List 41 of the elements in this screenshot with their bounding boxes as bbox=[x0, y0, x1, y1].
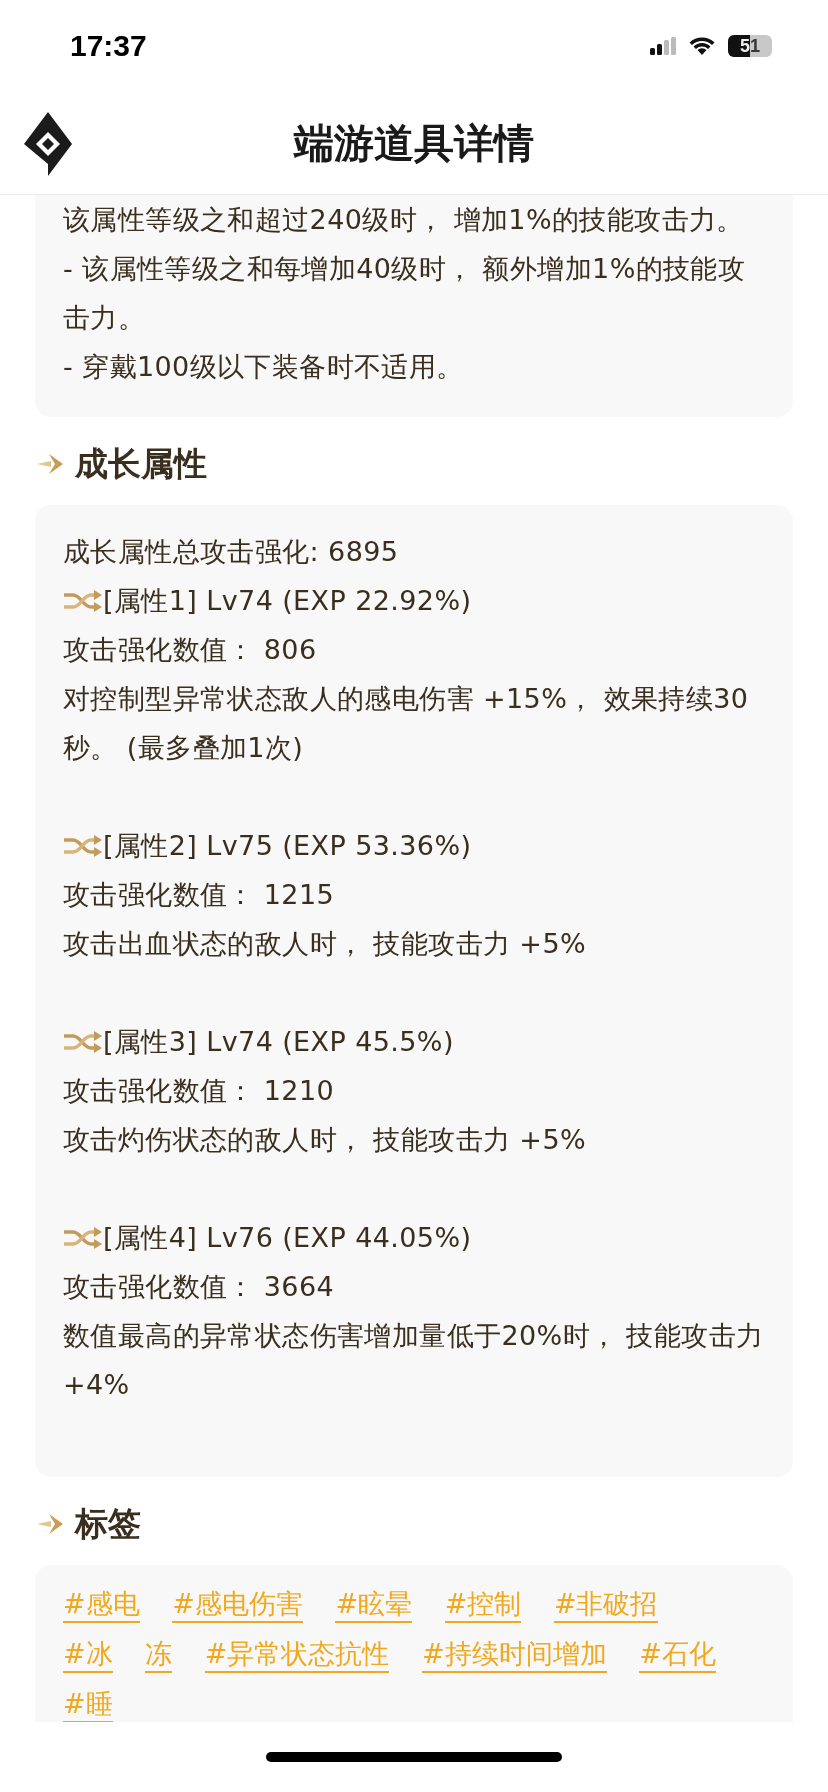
attribute-value: 攻击强化数值： 1215 bbox=[63, 878, 336, 912]
section-title: 标签 bbox=[75, 1503, 141, 1545]
attribute-effect: 数值最高的异常状态伤害增加量低于20%时， 技能攻击力 +4% bbox=[63, 1319, 765, 1402]
battery-icon: 51 bbox=[728, 35, 772, 57]
section-title: 成长属性 bbox=[75, 443, 207, 485]
tag-link[interactable]: #睡 bbox=[63, 1688, 113, 1722]
attribute-heading: [属性4] Lv76 (EXP 44.05%) bbox=[103, 1221, 472, 1255]
status-time: 17:37 bbox=[70, 29, 147, 63]
attribute-value: 攻击强化数值： 806 bbox=[63, 633, 318, 667]
arrow-icon bbox=[37, 452, 65, 476]
wifi-icon bbox=[688, 36, 716, 56]
tag-link[interactable]: #眩晕 bbox=[335, 1588, 413, 1623]
tag-link[interactable]: #持续时间增加 bbox=[422, 1638, 607, 1673]
tag-link[interactable]: #控制 bbox=[444, 1588, 522, 1623]
shuffle-icon bbox=[63, 588, 103, 613]
tag-link[interactable]: #感电伤害 bbox=[172, 1588, 303, 1623]
page-title: 端游道具详情 bbox=[294, 118, 534, 168]
description-text: - 该属性等级之和每增加40级时， 额外增加1%的技能攻击力。 bbox=[63, 252, 747, 335]
attribute-value: 攻击强化数值： 1210 bbox=[63, 1074, 336, 1108]
attribute-heading: [属性2] Lv75 (EXP 53.36%) bbox=[103, 829, 472, 863]
shuffle-icon bbox=[63, 1225, 103, 1250]
tag-link[interactable]: #石化 bbox=[639, 1638, 716, 1673]
logo-icon[interactable] bbox=[24, 112, 72, 176]
tag-link[interactable]: 冻 bbox=[145, 1638, 173, 1673]
attribute-effect: 攻击灼伤状态的敌人时， 技能攻击力 +5% bbox=[63, 1123, 588, 1157]
arrow-icon bbox=[37, 1512, 65, 1536]
attribute-effect: 攻击出血状态的敌人时， 技能攻击力 +5% bbox=[63, 927, 588, 961]
attribute-value: 攻击强化数值： 3664 bbox=[63, 1270, 336, 1304]
signal-icon bbox=[650, 37, 676, 55]
shuffle-icon bbox=[63, 833, 103, 858]
tag-link[interactable]: #冰 bbox=[63, 1638, 113, 1673]
attribute-heading: [属性1] Lv74 (EXP 22.92%) bbox=[103, 584, 472, 618]
tag-link[interactable]: #异常状态抗性 bbox=[204, 1638, 390, 1673]
description-text: 该属性等级之和超过240级时， 增加1%的技能攻击力。 bbox=[63, 203, 745, 237]
attribute-effect: 对控制型异常状态敌人的感电伤害 +15%， 效果持续30秒。 (最多叠加1次) bbox=[63, 682, 750, 765]
attribute-heading: [属性3] Lv74 (EXP 45.5%) bbox=[103, 1025, 454, 1059]
tag-link[interactable]: #非破招 bbox=[553, 1588, 658, 1623]
description-text: - 穿戴100级以下装备时不适用。 bbox=[63, 350, 465, 384]
shuffle-icon bbox=[63, 1029, 103, 1054]
tag-link[interactable]: #感电 bbox=[63, 1588, 140, 1623]
total-text: 成长属性总攻击强化: 6895 bbox=[63, 535, 400, 569]
